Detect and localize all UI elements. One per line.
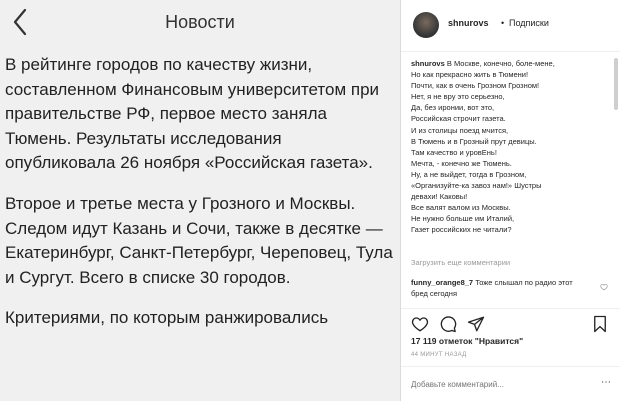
share-icon [467,316,485,332]
comment-input[interactable] [411,377,581,391]
article-paragraph: Критериями, по которым ранжировались [5,308,329,328]
save-button[interactable] [591,315,609,333]
caption-line: Российская строчит газета. [411,114,506,124]
share-button[interactable] [467,315,485,333]
avatar[interactable] [413,12,439,38]
caption-line: Там качество и уровЕнь! [411,147,497,157]
add-comment-bar: ⋯ [401,366,620,401]
caption-line: Все валят валом из Москвы. [411,203,511,213]
scrollbar-thumb[interactable] [614,58,618,110]
caption-text: В Москве, конечно, боле-мене, [446,59,555,68]
caption-line: Нет, я не вру это серьезно, [411,92,505,102]
caption-line: Ну, а не выйдет, тогда в Грозном, [411,169,527,179]
heart-icon [411,317,429,332]
news-topbar: Новости [0,0,400,44]
separator-dot: • [501,18,505,28]
caption-line: Не нужно больше им Италий, [411,214,515,224]
post-username[interactable]: shnurovs [448,18,489,28]
bookmark-icon [594,315,606,333]
post-actions [401,308,620,338]
news-pane: Новости В рейтинге городов по качеству ж… [0,0,400,401]
article-paragraph: Второе и третье места у Грозного и Москв… [5,193,393,287]
likes-count[interactable]: 17 119 отметок "Нравится" [411,336,523,346]
post-timestamp: 44 МИНУТ НАЗАД [411,352,467,358]
caption-line: Но как прекрасно жить в Тюмени! [411,70,529,80]
news-article: В рейтинге городов по качеству жизни, со… [5,53,393,331]
caption-line: Почти, как в очень Грозном Грозном! [411,81,540,91]
more-options-icon[interactable]: ⋯ [601,377,611,388]
page-title: Новости [165,12,235,32]
caption-line: Газет российских не читали? [411,225,512,235]
caption-line: И из столицы поезд мчится, [411,125,509,135]
caption-author[interactable]: shnurovs [411,59,445,68]
post-header: shnurovs • Подписки [401,0,620,52]
like-button[interactable] [411,315,429,333]
article-paragraph: В рейтинге городов по качеству жизни, со… [5,55,380,173]
following-button[interactable]: Подписки [509,18,549,28]
comment-bubble-icon [440,316,457,333]
post-caption: shnurovs В Москве, конечно, боле-мене, Н… [411,58,606,236]
caption-line: Мечта, - конечно же Тюмень. [411,158,512,168]
caption-line: девахи! Каковы! [411,192,468,202]
instagram-post-panel: shnurovs • Подписки shnurovs В Москве, к… [400,0,620,401]
scrollbar[interactable] [614,52,618,312]
comment: funny_orange8_7 Тоже слышал по радио это… [411,277,591,299]
comment-username[interactable]: funny_orange8_7 [411,278,473,287]
caption-line: В Тюмень и в Грозный прут девицы. [411,136,537,146]
caption-line: Да, без иронии, вот это, [411,103,495,113]
caption-line: shnurovs В Москве, конечно, боле-мене, [411,58,606,69]
comment-like-icon[interactable] [600,283,608,293]
caption-line: «Организуйте-ка завоз нам!» Шустры [411,181,542,191]
load-more-comments-link[interactable]: Загрузить еще комментарии [411,258,510,267]
comment-button[interactable] [439,315,457,333]
